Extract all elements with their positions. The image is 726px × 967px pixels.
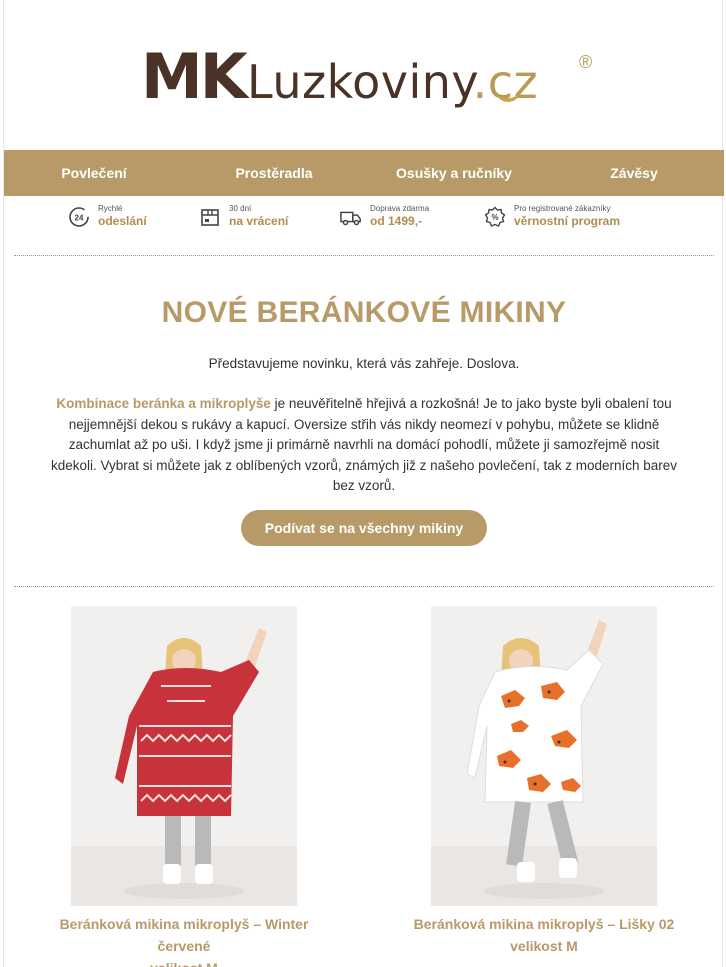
product-name-line2: velikost M [510,938,578,954]
benefit-free-delivery: Doprava zdarma od 1499,- [340,204,429,229]
logo-registered-mark: ® [579,52,593,72]
nav-item-povleceni[interactable]: Povlečení [4,150,184,196]
benefit-value: od 1499,- [370,214,423,228]
nav-item-zavesy[interactable]: Závěsy [544,150,724,196]
product-name[interactable]: Beránková mikina mikroplyš – Winter červ… [34,913,334,967]
product-name-line2: velikost M [34,957,334,967]
hero-highlight: Kombinace beránka a mikroplyše [56,396,271,411]
benefit-value: věrnostní program [514,214,621,228]
truck-icon [340,206,362,228]
nav-item-prosteradla[interactable]: Prostěradla [184,150,364,196]
loyalty-icon: % [484,206,506,228]
svg-text:%: % [491,213,498,222]
divider [14,586,714,587]
benefit-label: Rychlé [98,204,123,213]
benefit-label: Doprava zdarma [370,204,430,213]
svg-text:24: 24 [75,213,84,222]
benefit-value: na vrácení [229,214,289,228]
view-all-hoodies-button[interactable]: Podívat se na všechny mikiny [241,510,487,546]
benefit-returns: 30 dní na vrácení [199,204,288,229]
hero-title: NOVÉ BERÁNKOVÉ MIKINY [161,296,567,329]
nav-item-osusky[interactable]: Osušky a ručníky [364,150,544,196]
benefit-label: 30 dní [229,204,252,213]
main-nav: Povlečení Prostěradla Osušky a ručníky Z… [4,150,724,196]
product-name-line1: Beránková mikina mikroplyš – Winter červ… [59,916,309,954]
email-frame: MK Luzkoviny.cz ® Povlečení Prostěradla … [3,0,724,967]
box-icon [199,206,221,228]
product-name[interactable]: Beránková mikina mikroplyš – Lišky 02 vel… [394,913,694,957]
benefits-bar: 24 Rychlé odeslání 30 dní na vrácení Dopra… [4,204,724,238]
benefit-label: Pro registrované zákazníky [514,204,611,213]
benefit-loyalty: % Pro registrované zákazníky věrnostní pr… [484,204,620,229]
logo-mk: MK [141,40,248,113]
product-name-line1: Beránková mikina mikroplyš – Lišky 02 [413,916,675,932]
hero-intro: Představujeme novinku, která vás zahřeje… [208,356,520,371]
divider [14,255,714,256]
logo-brand: Luzkoviny.cz [247,55,539,109]
benefit-value: odeslání [98,214,147,228]
24h-icon: 24 [68,206,90,228]
benefit-fast-shipping: 24 Rychlé odeslání [68,204,147,229]
hero-body: Kombinace beránka a mikroplyše je neuvěř… [48,394,680,497]
product-image[interactable] [71,606,297,906]
product-image[interactable] [431,606,657,906]
logo[interactable]: MK Luzkoviny.cz ® [4,44,724,114]
